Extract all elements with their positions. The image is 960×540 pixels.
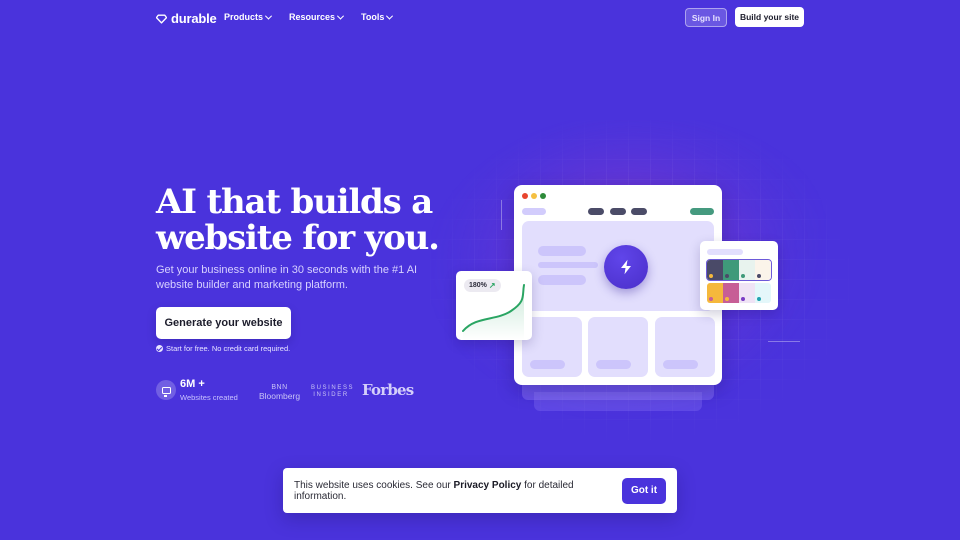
hero-panel-placeholder [522,221,714,311]
free-note: Start for free. No credit card required. [156,344,290,353]
nav-placeholder [631,208,647,215]
swatch [739,283,755,303]
lightning-bolt-icon [604,245,648,289]
menu-products-label: Products [224,12,264,22]
swatch-dot [709,297,713,301]
nav-placeholder [610,208,626,215]
cookie-banner: This website uses cookies. See our Priva… [283,468,677,513]
free-note-text: Start for free. No credit card required. [166,344,291,353]
color-palette-card [700,241,778,310]
feature-tile [655,317,715,377]
brand-name: durable [171,11,217,26]
decorative-line [501,200,502,230]
menu-products[interactable]: Products [224,12,273,22]
hero-subtitle: Get your business online in 30 seconds w… [156,264,418,291]
cta-placeholder [690,208,714,215]
swatch-dot [757,297,761,301]
swatch-dot [757,274,761,278]
growth-badge: 180% ↗ [464,279,501,292]
text-placeholder [538,246,586,256]
palette-title-placeholder [707,249,743,255]
stat-badge [156,380,176,400]
brand-logo[interactable]: durable [156,11,217,26]
decorative-line [768,341,800,342]
business-insider-logo: BUSINESS INSIDER [311,385,355,399]
feature-tile [588,317,648,377]
chevron-down-icon [386,12,394,20]
top-nav: durable Products Resources Tools Sign In… [0,0,960,35]
cookie-text-before: This website uses cookies. See our [294,479,454,491]
headline-line-1: AI that builds a [156,182,433,222]
swatch-dot [725,297,729,301]
swatch-dot [725,274,729,278]
menu-tools-label: Tools [361,12,385,22]
window-dot-red [522,193,528,199]
bnn-bloomberg-logo: BNN Bloomberg [258,384,301,400]
tile-label-placeholder [530,360,565,369]
chevron-down-icon [337,12,345,20]
check-circle-icon [156,345,163,352]
monitor-icon [161,386,171,397]
main-menu: Products Resources Tools [224,12,394,22]
bloomberg-text: Bloomberg [258,391,301,401]
growth-value: 180% [469,282,487,289]
got-it-button[interactable]: Got it [622,477,666,504]
logo-placeholder [522,208,546,215]
stat-value: 6M + [180,378,205,390]
swatch [707,283,723,303]
tile-label-placeholder [596,360,631,369]
insider-text: INSIDER [313,392,349,398]
privacy-policy-link[interactable]: Privacy Policy [454,480,522,491]
palette-row-selected[interactable] [705,258,773,282]
swatch [707,260,723,280]
forbes-logo: Forbes [362,381,414,399]
business-text: BUSINESS [311,385,355,391]
swatch-dot [741,274,745,278]
menu-resources-label: Resources [289,12,336,22]
cookie-message: This website uses cookies. See our Priva… [294,480,622,502]
nav-placeholder [588,208,604,215]
headline-line-2: website for you. [156,218,440,258]
swatch-dot [709,274,713,278]
swatch [755,260,771,280]
diamond-logo-icon [156,13,167,24]
swatch [723,283,739,303]
stat-label: Websites created [180,393,238,402]
arrow-up-right-icon: ↗ [488,281,496,290]
generate-website-button[interactable]: Generate your website [156,307,291,339]
hero-headline: AI that builds a website for you. [156,184,456,256]
chevron-down-icon [264,12,273,20]
menu-resources[interactable]: Resources [289,12,345,22]
palette-row[interactable] [707,283,771,303]
sign-in-button[interactable]: Sign In [685,8,727,27]
menu-tools[interactable]: Tools [361,12,394,22]
website-preview-window [514,185,722,385]
swatch [723,260,739,280]
window-dot-yellow [531,193,537,199]
build-your-site-button[interactable]: Build your site [735,7,804,27]
growth-card: 180% ↗ [456,271,532,340]
swatch-dot [741,297,745,301]
tile-label-placeholder [663,360,698,369]
window-dot-green [540,193,546,199]
text-placeholder [538,275,586,285]
swatch [755,283,771,303]
swatch [739,260,755,280]
text-placeholder [538,262,598,268]
